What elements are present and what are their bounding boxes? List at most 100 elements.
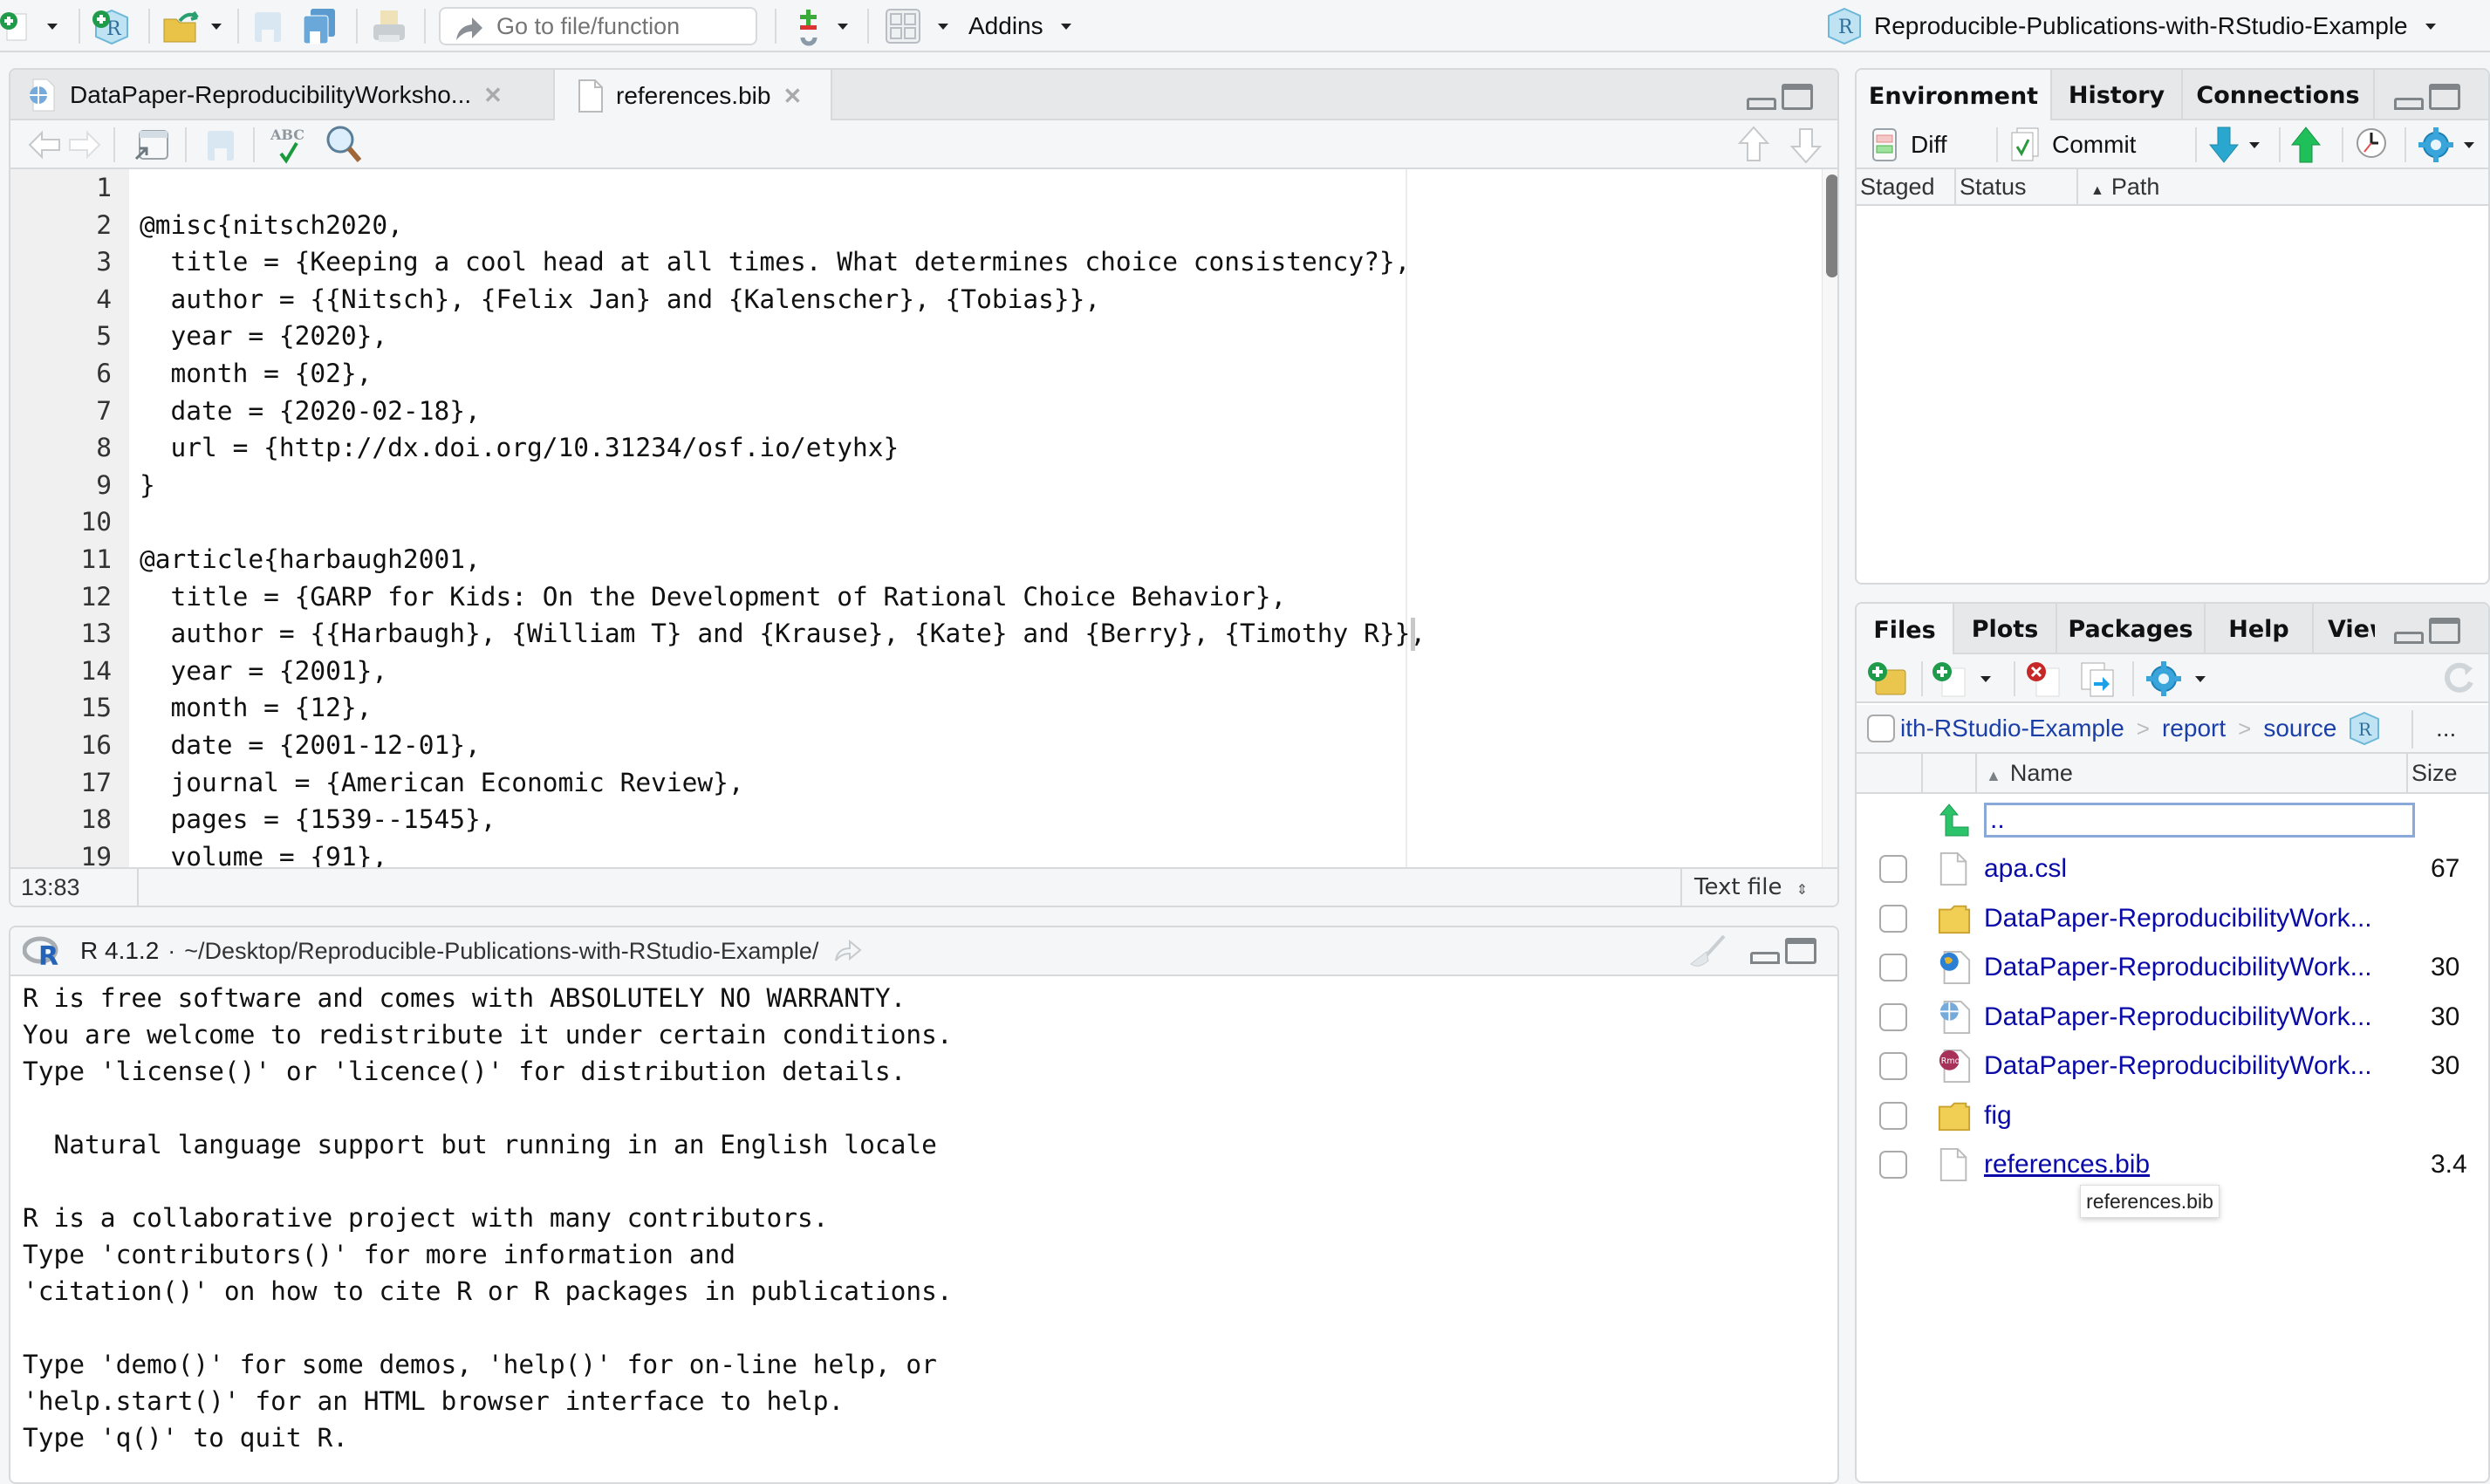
file-name-link[interactable]: apa.csl xyxy=(1984,854,2067,884)
go-to-previous-section-icon[interactable] xyxy=(1738,126,1769,164)
breadcrumb-project[interactable]: ith-RStudio-Example xyxy=(1900,715,2124,742)
go-to-project-dir-icon[interactable]: R xyxy=(2349,711,2380,746)
rmd-file-icon: Rmd xyxy=(1939,1049,1971,1084)
col-path-label: Path xyxy=(2110,174,2160,200)
col-path[interactable]: ▲ Path xyxy=(2087,169,2159,204)
new-project-button[interactable]: R xyxy=(91,0,133,52)
file-row[interactable]: references.bib 3.4 xyxy=(1857,1140,2488,1189)
file-type-selector[interactable]: Text file ⇕ xyxy=(1680,869,1837,906)
save-button[interactable] xyxy=(253,0,283,52)
new-folder-icon[interactable] xyxy=(1867,660,1909,698)
maximize-pane-button[interactable] xyxy=(2429,84,2460,110)
close-icon[interactable]: ✕ xyxy=(783,83,802,110)
tab-files[interactable]: Files xyxy=(1857,604,1954,656)
rename-file-icon[interactable] xyxy=(2080,661,2118,698)
search-icon[interactable] xyxy=(325,124,363,166)
parent-directory-row[interactable]: .. xyxy=(1857,796,2488,845)
code-editor[interactable]: @misc{nitsch2020, title = {Keeping a coo… xyxy=(129,169,1822,867)
forward-arrow-icon[interactable] xyxy=(66,129,101,161)
minimize-pane-button[interactable] xyxy=(1747,98,1776,110)
save-all-button[interactable] xyxy=(302,0,337,52)
more-path-button[interactable]: ... xyxy=(2436,715,2456,742)
file-checkbox[interactable] xyxy=(1879,1002,1907,1031)
pull-button[interactable] xyxy=(2209,126,2260,164)
file-checkbox[interactable] xyxy=(1879,855,1907,883)
editor-vertical-scrollbar[interactable] xyxy=(1822,169,1837,867)
maximize-pane-button[interactable] xyxy=(2429,618,2460,644)
diff-button[interactable]: Diff xyxy=(1872,127,1947,162)
col-name[interactable]: ▲ Name xyxy=(1977,754,2408,792)
file-row[interactable]: DataPaper-ReproducibilityWork... xyxy=(1857,894,2488,943)
minimize-pane-button[interactable] xyxy=(2394,632,2424,644)
console-output[interactable]: R is free software and comes with ABSOLU… xyxy=(23,980,1837,1456)
file-row[interactable]: apa.csl 67 xyxy=(1857,845,2488,893)
tab-references-bib[interactable]: references.bib ✕ xyxy=(555,70,832,122)
addins-menu[interactable]: Addins xyxy=(968,0,1071,52)
svg-text:ABC: ABC xyxy=(270,127,304,143)
col-staged[interactable]: Staged xyxy=(1857,169,1956,204)
show-in-window-icon[interactable] xyxy=(133,127,171,162)
spellcheck-icon[interactable]: ABC xyxy=(269,124,311,166)
files-more-menu[interactable] xyxy=(2145,660,2206,698)
file-name-link[interactable]: DataPaper-ReproducibilityWork... xyxy=(1984,904,2372,933)
file-checkbox[interactable] xyxy=(1879,904,1907,933)
new-file-button[interactable] xyxy=(0,0,58,52)
col-status[interactable]: Status xyxy=(1956,169,2078,204)
push-button[interactable] xyxy=(2290,126,2322,168)
git-more-menu[interactable] xyxy=(2417,126,2474,164)
new-blank-file-button[interactable] xyxy=(1932,660,1991,698)
breadcrumb-report[interactable]: report xyxy=(2162,715,2226,742)
file-row[interactable]: DataPaper-ReproducibilityWork... 30 xyxy=(1857,943,2488,992)
tab-packages[interactable]: Packages xyxy=(2057,604,2206,654)
file-checkbox[interactable] xyxy=(1879,1052,1907,1080)
tab-viewer[interactable]: View xyxy=(2314,604,2375,654)
file-checkbox[interactable] xyxy=(1879,1151,1907,1179)
project-menu[interactable]: R Reproducible-Publications-with-RStudio… xyxy=(1827,0,2436,52)
refresh-icon[interactable] xyxy=(2441,660,2476,698)
print-button[interactable] xyxy=(370,0,408,52)
tab-environment[interactable]: Environment xyxy=(1857,70,2052,122)
tab-history[interactable]: History xyxy=(2052,70,2183,120)
minimize-pane-button[interactable] xyxy=(1750,952,1780,964)
breadcrumb-source[interactable]: source xyxy=(2263,715,2336,742)
save-icon[interactable] xyxy=(206,127,236,162)
back-arrow-icon[interactable] xyxy=(28,129,63,161)
file-name-link[interactable]: DataPaper-ReproducibilityWork... xyxy=(1984,1002,2372,1032)
cursor-position[interactable]: 13:83 xyxy=(21,869,139,906)
tab-connections[interactable]: Connections xyxy=(2183,70,2375,120)
workspace-panes-button[interactable] xyxy=(886,0,948,52)
col-size[interactable]: Size xyxy=(2408,754,2488,792)
minimize-pane-button[interactable] xyxy=(2394,98,2424,110)
file-checkbox[interactable] xyxy=(1879,1101,1907,1130)
open-file-button[interactable] xyxy=(161,0,222,52)
commit-button[interactable]: Commit xyxy=(2010,127,2136,162)
clear-console-broom-icon[interactable] xyxy=(1686,933,1727,971)
file-name-link[interactable]: DataPaper-ReproducibilityWork... xyxy=(1984,953,2372,982)
file-row[interactable]: DataPaper-ReproducibilityWork... 30 xyxy=(1857,993,2488,1042)
history-button[interactable] xyxy=(2356,127,2387,162)
tab-plots[interactable]: Plots xyxy=(1954,604,2057,654)
console-line: Natural language support but running in … xyxy=(23,1130,937,1159)
select-all-checkbox[interactable] xyxy=(1867,715,1895,742)
working-directory[interactable]: ~/Desktop/Reproducible-Publications-with… xyxy=(184,938,818,965)
delete-file-icon[interactable] xyxy=(2026,660,2064,698)
file-name-link[interactable]: references.bib xyxy=(1984,1150,2150,1180)
version-control-button[interactable] xyxy=(796,0,848,52)
goto-file-function-input[interactable] xyxy=(496,12,741,40)
file-name-link[interactable]: fig xyxy=(1984,1101,2012,1131)
go-to-directory-arrow-icon[interactable] xyxy=(832,938,862,964)
maximize-pane-button[interactable] xyxy=(1785,938,1816,964)
scrollbar-thumb[interactable] xyxy=(1826,174,1837,277)
goto-file-function-field[interactable] xyxy=(439,7,757,45)
file-name-link[interactable]: DataPaper-ReproducibilityWork... xyxy=(1984,1051,2372,1081)
close-icon[interactable]: ✕ xyxy=(483,82,503,109)
tab-datapaper-qmd[interactable]: DataPaper-ReproducibilityWorksho... ✕ xyxy=(10,70,555,120)
tab-help[interactable]: Help xyxy=(2206,604,2314,654)
go-to-next-section-icon[interactable] xyxy=(1790,126,1822,164)
new-blank-file-icon xyxy=(1932,662,1966,697)
file-row[interactable]: Rmd DataPaper-ReproducibilityWork... 30 xyxy=(1857,1042,2488,1091)
file-row[interactable]: fig xyxy=(1857,1091,2488,1140)
maximize-pane-button[interactable] xyxy=(1782,84,1813,110)
file-checkbox[interactable] xyxy=(1879,954,1907,981)
tab-label: references.bib xyxy=(616,82,771,109)
